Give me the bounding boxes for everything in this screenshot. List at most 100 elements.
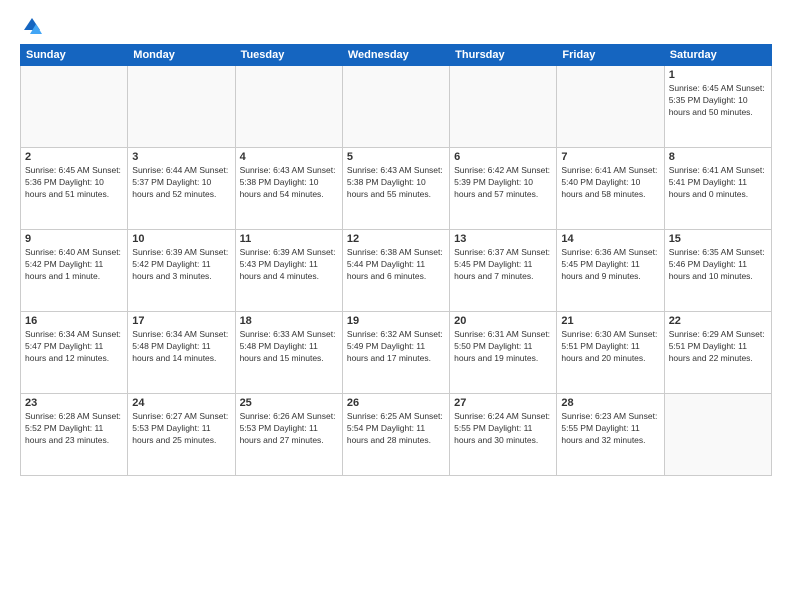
day-header-saturday: Saturday — [664, 45, 771, 66]
day-info: Sunrise: 6:38 AM Sunset: 5:44 PM Dayligh… — [347, 247, 445, 283]
calendar-cell: 11 Sunrise: 6:39 AM Sunset: 5:43 PM Dayli… — [235, 230, 342, 312]
calendar-cell — [450, 66, 557, 148]
calendar-cell: 7 Sunrise: 6:41 AM Sunset: 5:40 PM Daylig… — [557, 148, 664, 230]
day-info: Sunrise: 6:32 AM Sunset: 5:49 PM Dayligh… — [347, 329, 445, 365]
calendar-cell: 17 Sunrise: 6:34 AM Sunset: 5:48 PM Dayli… — [128, 312, 235, 394]
day-info: Sunrise: 6:26 AM Sunset: 5:53 PM Dayligh… — [240, 411, 338, 447]
day-number: 13 — [454, 233, 552, 245]
day-info: Sunrise: 6:45 AM Sunset: 5:36 PM Dayligh… — [25, 165, 123, 201]
calendar-cell: 16 Sunrise: 6:34 AM Sunset: 5:47 PM Dayli… — [21, 312, 128, 394]
calendar-cell: 24Sunrise: 6:27 AM Sunset: 5:53 PM Dayli… — [128, 394, 235, 476]
calendar-cell: 14 Sunrise: 6:36 AM Sunset: 5:45 PM Dayli… — [557, 230, 664, 312]
day-number: 20 — [454, 315, 552, 327]
calendar-cell: 10 Sunrise: 6:39 AM Sunset: 5:42 PM Dayli… — [128, 230, 235, 312]
calendar-cell: 25 Sunrise: 6:26 AM Sunset: 5:53 PM Dayli… — [235, 394, 342, 476]
calendar-cell: 12 Sunrise: 6:38 AM Sunset: 5:44 PM Dayli… — [342, 230, 449, 312]
day-number: 18 — [240, 315, 338, 327]
calendar: SundayMondayTuesdayWednesdayThursdayFrid… — [20, 44, 772, 476]
day-info: Sunrise: 6:33 AM Sunset: 5:48 PM Dayligh… — [240, 329, 338, 365]
day-info: Sunrise: 6:45 AM Sunset: 5:35 PM Dayligh… — [669, 83, 767, 119]
calendar-cell: 1 Sunrise: 6:45 AM Sunset: 5:35 PM Daylig… — [664, 66, 771, 148]
day-number: 15 — [669, 233, 767, 245]
day-number: 19 — [347, 315, 445, 327]
day-info: Sunrise: 6:23 AM Sunset: 5:55 PM Dayligh… — [561, 411, 659, 447]
calendar-cell: 19 Sunrise: 6:32 AM Sunset: 5:49 PM Dayli… — [342, 312, 449, 394]
calendar-cell — [128, 66, 235, 148]
day-number: 22 — [669, 315, 767, 327]
calendar-cell: 20 Sunrise: 6:31 AM Sunset: 5:50 PM Dayli… — [450, 312, 557, 394]
calendar-cell: 5Sunrise: 6:43 AM Sunset: 5:38 PM Daylig… — [342, 148, 449, 230]
calendar-cell: 23 Sunrise: 6:28 AM Sunset: 5:52 PM Dayli… — [21, 394, 128, 476]
calendar-cell: 28 Sunrise: 6:23 AM Sunset: 5:55 PM Dayli… — [557, 394, 664, 476]
calendar-cell: 8 Sunrise: 6:41 AM Sunset: 5:41 PM Daylig… — [664, 148, 771, 230]
calendar-cell: 15 Sunrise: 6:35 AM Sunset: 5:46 PM Dayli… — [664, 230, 771, 312]
calendar-cell: 9 Sunrise: 6:40 AM Sunset: 5:42 PM Daylig… — [21, 230, 128, 312]
logo-icon — [22, 16, 42, 36]
logo — [20, 16, 42, 36]
day-number: 27 — [454, 397, 552, 409]
day-number: 9 — [25, 233, 123, 245]
day-number: 25 — [240, 397, 338, 409]
calendar-cell — [557, 66, 664, 148]
calendar-cell: 27 Sunrise: 6:24 AM Sunset: 5:55 PM Dayli… — [450, 394, 557, 476]
day-number: 1 — [669, 69, 767, 81]
day-info: Sunrise: 6:41 AM Sunset: 5:41 PM Dayligh… — [669, 165, 767, 201]
day-info: Sunrise: 6:28 AM Sunset: 5:52 PM Dayligh… — [25, 411, 123, 447]
day-header-wednesday: Wednesday — [342, 45, 449, 66]
calendar-cell: 3 Sunrise: 6:44 AM Sunset: 5:37 PM Daylig… — [128, 148, 235, 230]
day-info: Sunrise: 6:34 AM Sunset: 5:47 PM Dayligh… — [25, 329, 123, 365]
calendar-cell: 18 Sunrise: 6:33 AM Sunset: 5:48 PM Dayli… — [235, 312, 342, 394]
calendar-cell — [342, 66, 449, 148]
day-number: 28 — [561, 397, 659, 409]
day-number: 7 — [561, 151, 659, 163]
day-info: Sunrise: 6:40 AM Sunset: 5:42 PM Dayligh… — [25, 247, 123, 283]
day-info: Sunrise: 6:39 AM Sunset: 5:43 PM Dayligh… — [240, 247, 338, 283]
day-number: 3 — [132, 151, 230, 163]
calendar-cell: 4 Sunrise: 6:43 AM Sunset: 5:38 PM Daylig… — [235, 148, 342, 230]
calendar-cell — [664, 394, 771, 476]
calendar-cell: 2 Sunrise: 6:45 AM Sunset: 5:36 PM Daylig… — [21, 148, 128, 230]
calendar-header-row: SundayMondayTuesdayWednesdayThursdayFrid… — [21, 45, 772, 66]
day-number: 4 — [240, 151, 338, 163]
calendar-week-0: 1 Sunrise: 6:45 AM Sunset: 5:35 PM Daylig… — [21, 66, 772, 148]
calendar-cell — [235, 66, 342, 148]
day-number: 11 — [240, 233, 338, 245]
day-info: Sunrise: 6:39 AM Sunset: 5:42 PM Dayligh… — [132, 247, 230, 283]
day-info: Sunrise: 6:41 AM Sunset: 5:40 PM Dayligh… — [561, 165, 659, 201]
day-info: Sunrise: 6:35 AM Sunset: 5:46 PM Dayligh… — [669, 247, 767, 283]
calendar-cell: 21Sunrise: 6:30 AM Sunset: 5:51 PM Dayli… — [557, 312, 664, 394]
calendar-week-2: 9 Sunrise: 6:40 AM Sunset: 5:42 PM Daylig… — [21, 230, 772, 312]
day-number: 17 — [132, 315, 230, 327]
page: SundayMondayTuesdayWednesdayThursdayFrid… — [0, 0, 792, 612]
calendar-cell — [21, 66, 128, 148]
day-info: Sunrise: 6:31 AM Sunset: 5:50 PM Dayligh… — [454, 329, 552, 365]
day-header-thursday: Thursday — [450, 45, 557, 66]
day-number: 2 — [25, 151, 123, 163]
day-info: Sunrise: 6:34 AM Sunset: 5:48 PM Dayligh… — [132, 329, 230, 365]
day-info: Sunrise: 6:36 AM Sunset: 5:45 PM Dayligh… — [561, 247, 659, 283]
day-number: 16 — [25, 315, 123, 327]
day-info: Sunrise: 6:43 AM Sunset: 5:38 PM Dayligh… — [240, 165, 338, 201]
header — [20, 16, 772, 36]
calendar-cell: 26Sunrise: 6:25 AM Sunset: 5:54 PM Dayli… — [342, 394, 449, 476]
day-number: 12 — [347, 233, 445, 245]
calendar-cell: 22 Sunrise: 6:29 AM Sunset: 5:51 PM Dayli… — [664, 312, 771, 394]
day-header-sunday: Sunday — [21, 45, 128, 66]
day-info: Sunrise: 6:29 AM Sunset: 5:51 PM Dayligh… — [669, 329, 767, 365]
day-info: Sunrise: 6:24 AM Sunset: 5:55 PM Dayligh… — [454, 411, 552, 447]
day-header-monday: Monday — [128, 45, 235, 66]
day-info: Sunrise: 6:30 AM Sunset: 5:51 PM Dayligh… — [561, 329, 659, 365]
day-number: 6 — [454, 151, 552, 163]
calendar-week-4: 23 Sunrise: 6:28 AM Sunset: 5:52 PM Dayli… — [21, 394, 772, 476]
day-info: Sunrise: 6:44 AM Sunset: 5:37 PM Dayligh… — [132, 165, 230, 201]
day-info: Sunrise: 6:43 AM Sunset: 5:38 PM Dayligh… — [347, 165, 445, 201]
day-number: 24 — [132, 397, 230, 409]
day-number: 26 — [347, 397, 445, 409]
day-number: 14 — [561, 233, 659, 245]
day-info: Sunrise: 6:42 AM Sunset: 5:39 PM Dayligh… — [454, 165, 552, 201]
day-header-tuesday: Tuesday — [235, 45, 342, 66]
day-number: 23 — [25, 397, 123, 409]
calendar-cell: 13Sunrise: 6:37 AM Sunset: 5:45 PM Dayli… — [450, 230, 557, 312]
day-number: 8 — [669, 151, 767, 163]
day-number: 10 — [132, 233, 230, 245]
